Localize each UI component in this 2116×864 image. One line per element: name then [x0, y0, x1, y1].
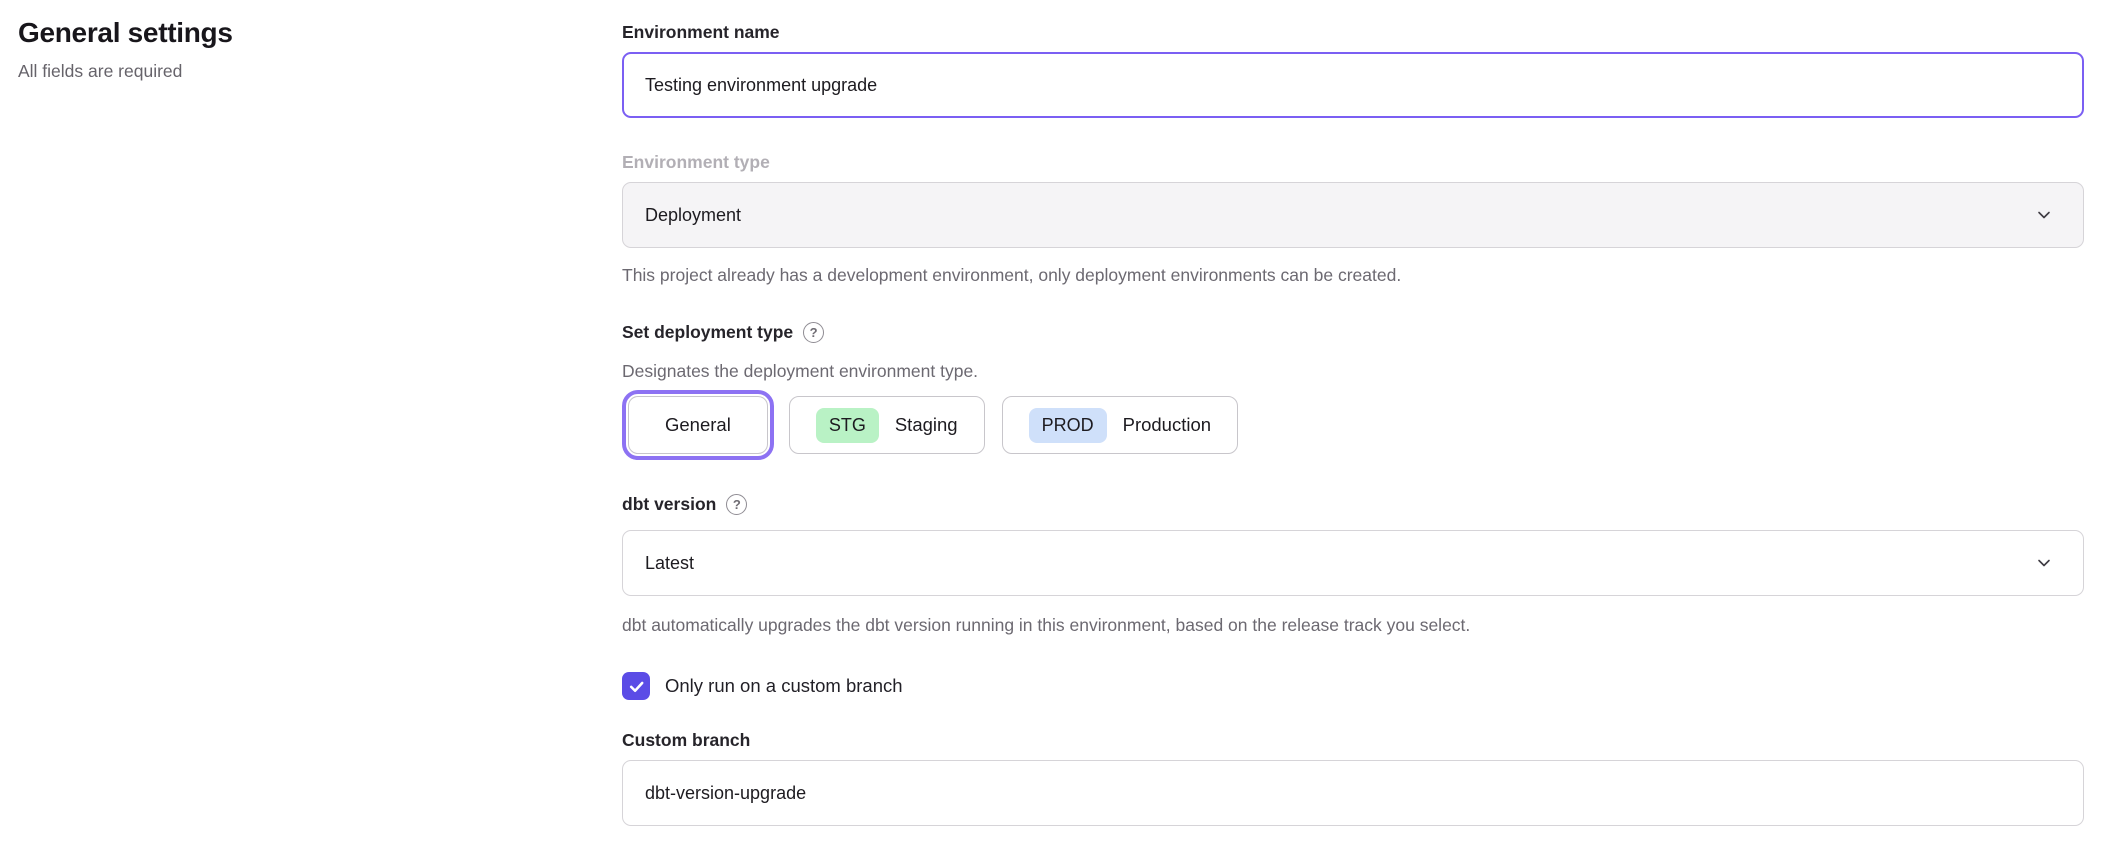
- dbt-version-label-row: dbt version ?: [622, 492, 2084, 516]
- settings-form: Environment name Environment type Deploy…: [622, 0, 2084, 864]
- custom-branch-checkbox-label[interactable]: Only run on a custom branch: [665, 675, 903, 697]
- deployment-type-helper: Designates the deployment environment ty…: [622, 360, 2084, 382]
- environment-name-input[interactable]: [622, 52, 2084, 118]
- page-title: General settings: [18, 16, 622, 50]
- staging-badge: STG: [816, 408, 879, 443]
- help-icon[interactable]: ?: [726, 494, 747, 515]
- environment-name-label: Environment name: [622, 20, 2084, 44]
- environment-type-helper: This project already has a development e…: [622, 264, 2084, 286]
- custom-branch-input[interactable]: [622, 760, 2084, 826]
- checkmark-icon: [628, 678, 645, 695]
- dbt-version-helper: dbt automatically upgrades the dbt versi…: [622, 614, 2084, 636]
- custom-branch-checkbox[interactable]: [622, 672, 650, 700]
- dbt-version-label: dbt version: [622, 492, 716, 516]
- custom-branch-label: Custom branch: [622, 728, 2084, 752]
- deployment-type-label-row: Set deployment type ?: [622, 320, 2084, 344]
- deployment-type-general-label: General: [665, 414, 731, 436]
- deployment-type-staging-label: Staging: [895, 414, 958, 436]
- deployment-type-general-button[interactable]: General: [628, 396, 768, 454]
- general-settings-page: General settings All fields are required…: [0, 0, 2116, 864]
- chevron-down-icon: [2035, 554, 2053, 572]
- production-badge: PROD: [1029, 408, 1107, 443]
- environment-type-value: Deployment: [645, 205, 741, 226]
- chevron-down-icon: [2035, 206, 2053, 224]
- deployment-type-options: General STG Staging PROD Production: [622, 396, 2084, 454]
- deployment-type-label: Set deployment type: [622, 320, 793, 344]
- help-icon[interactable]: ?: [803, 322, 824, 343]
- custom-branch-checkbox-row: Only run on a custom branch: [622, 672, 2084, 700]
- environment-type-select[interactable]: Deployment: [622, 182, 2084, 248]
- page-subtitle: All fields are required: [18, 60, 622, 82]
- deployment-type-production-button[interactable]: PROD Production: [1002, 396, 1238, 454]
- deployment-type-production-label: Production: [1123, 414, 1211, 436]
- dbt-version-select[interactable]: Latest: [622, 530, 2084, 596]
- settings-header: General settings All fields are required: [0, 0, 622, 864]
- dbt-version-value: Latest: [645, 553, 694, 574]
- environment-type-label: Environment type: [622, 150, 2084, 174]
- deployment-type-staging-button[interactable]: STG Staging: [789, 396, 985, 454]
